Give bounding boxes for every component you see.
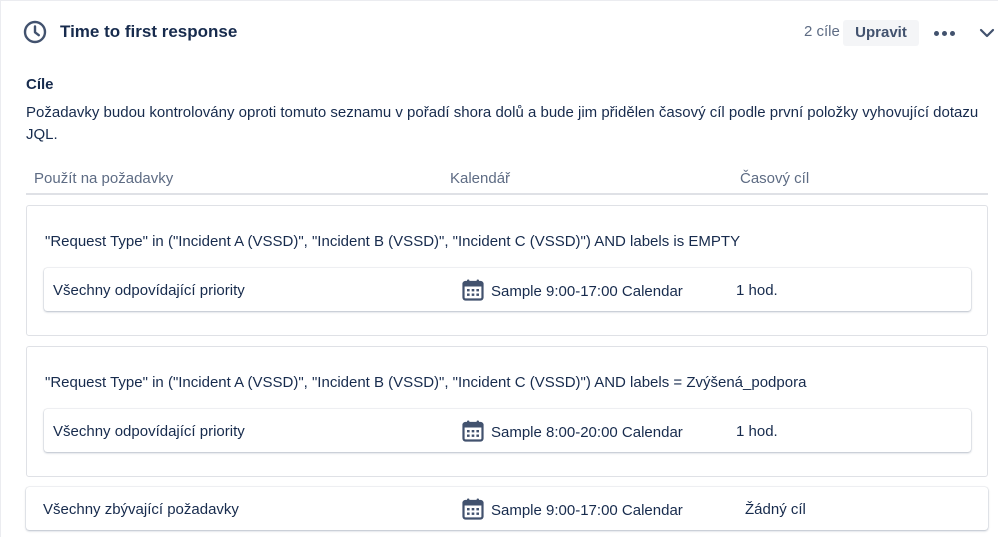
more-icon[interactable] (929, 21, 959, 45)
goal-rule-card[interactable]: "Request Type" in ("Incident A (VSSD)", … (26, 346, 988, 477)
goal-row[interactable]: Všechny odpovídající priority Sample 8:0… (44, 409, 971, 452)
jql-query: "Request Type" in ("Incident A (VSSD)", … (45, 374, 807, 391)
calendar-name: Sample 9:00-17:00 Calendar (491, 502, 683, 519)
column-header-target: Časový cíl (740, 170, 810, 187)
remaining-label: Všechny zbývající požadavky (43, 501, 239, 518)
calendar-icon (462, 279, 484, 301)
goals-heading: Cíle (26, 76, 54, 93)
calendar-icon (462, 420, 484, 442)
clock-icon (23, 20, 47, 44)
goal-count: 2 cíle (804, 23, 840, 40)
goal-rule-card[interactable]: "Request Type" in ("Incident A (VSSD)", … (26, 205, 988, 336)
calendar-name: Sample 8:00-20:00 Calendar (491, 424, 683, 441)
priority-label: Všechny odpovídající priority (53, 423, 245, 440)
goals-description: Požadavky budou kontrolovány oproti tomu… (26, 104, 979, 143)
time-goal: 1 hod. (736, 423, 778, 440)
time-goal: Žádný cíl (745, 501, 806, 518)
panel-header[interactable]: Time to first response 2 cíle Upravit (1, 1, 998, 63)
sla-goal-panel: Time to first response 2 cíle Upravit Cí… (0, 0, 998, 537)
priority-label: Všechny odpovídající priority (53, 282, 245, 299)
panel-title: Time to first response (60, 22, 238, 41)
column-header-apply: Použít na požadavky (34, 170, 174, 187)
edit-button[interactable]: Upravit (843, 20, 919, 46)
goal-row[interactable]: Všechny odpovídající priority Sample 9:0… (44, 268, 971, 311)
column-header-calendar: Kalendář (450, 170, 511, 187)
column-headers: Použít na požadavky Kalendář Časový cíl (26, 162, 988, 195)
time-goal: 1 hod. (736, 282, 778, 299)
calendar-name: Sample 9:00-17:00 Calendar (491, 283, 683, 300)
chevron-down-icon[interactable] (977, 21, 997, 45)
jql-query: "Request Type" in ("Incident A (VSSD)", … (45, 233, 741, 250)
calendar-icon (462, 498, 484, 520)
remaining-requests-row[interactable]: Všechny zbývající požadavky Sample 9:00-… (26, 487, 988, 530)
